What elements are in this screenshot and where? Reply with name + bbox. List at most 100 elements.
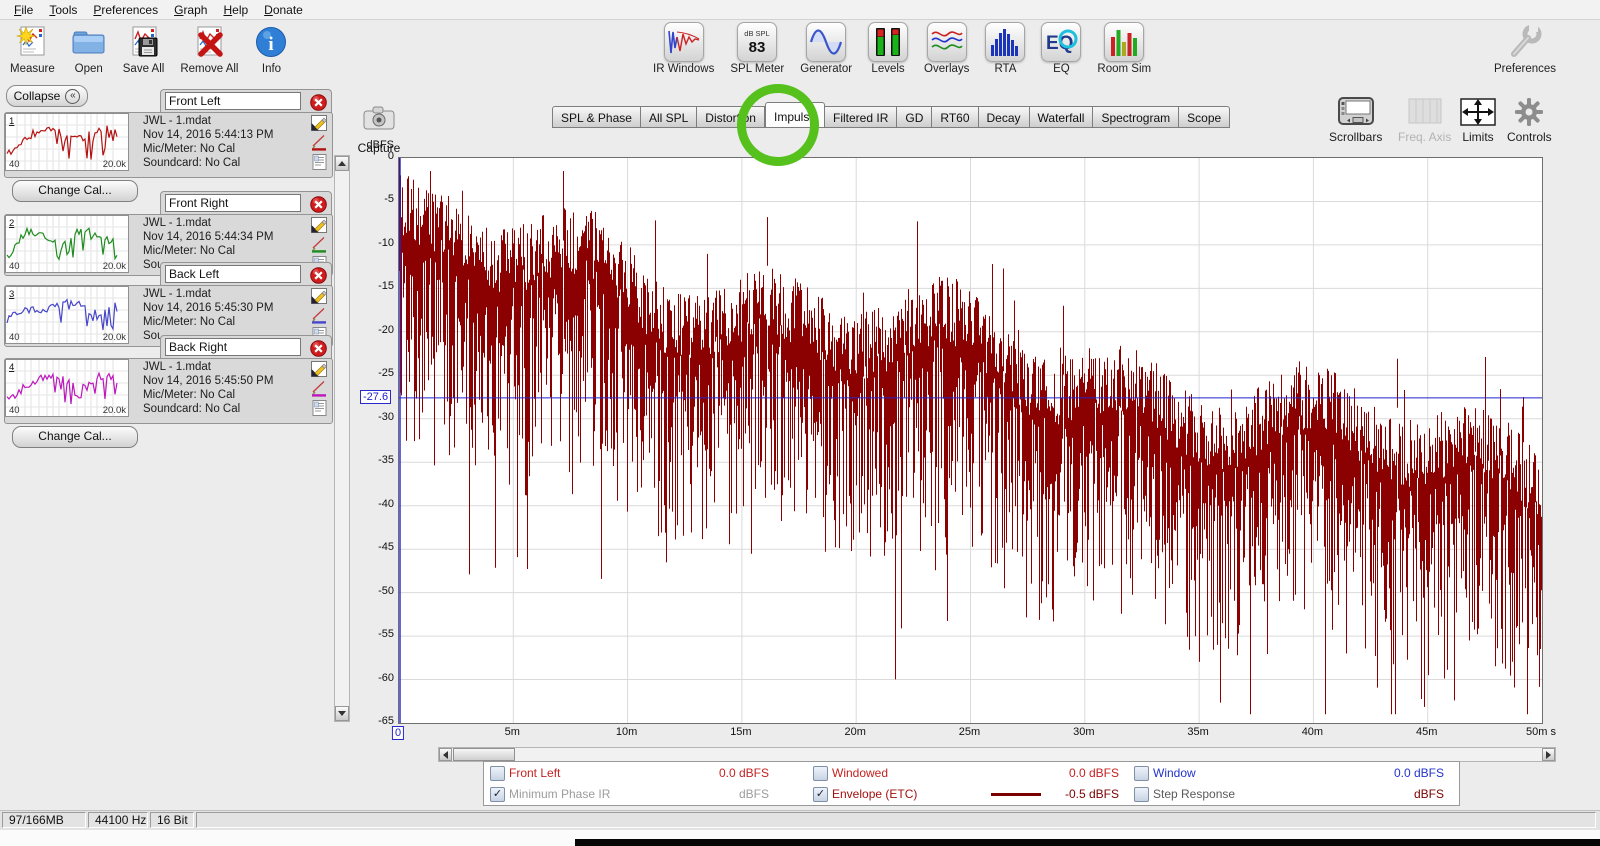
graph-control-scrollbars[interactable]: Scrollbars [1329, 96, 1382, 144]
measurement-mic-cal: Mic/Meter: No Cal [143, 388, 273, 402]
legend-checkbox-windowed[interactable] [813, 766, 828, 781]
toolbar-button-levels[interactable]: 0369Levels [868, 22, 908, 75]
legend-value: dBFS [739, 787, 769, 801]
measurement-date: Nov 14, 2016 5:45:30 PM [143, 301, 273, 315]
svg-text:4: 4 [9, 362, 14, 373]
delete-measurement-icon[interactable] [310, 267, 327, 284]
y-tick-label: -65 [354, 715, 394, 727]
notes-icon[interactable] [312, 400, 327, 416]
tab-spl-phase[interactable]: SPL & Phase [552, 106, 641, 128]
menu-item-help[interactable]: Help [215, 1, 256, 19]
measurement-name-field[interactable] [165, 265, 301, 283]
measurement-name-field[interactable] [165, 194, 301, 212]
menu-item-donate[interactable]: Donate [256, 1, 311, 19]
scroll-right-button[interactable] [1542, 748, 1555, 761]
tab-spectrogram[interactable]: Spectrogram [1093, 106, 1179, 128]
graph-control-freq-axis: Freq. Axis [1398, 96, 1451, 144]
trace-legend-panel: Front Left0.0 dBFSWindowed0.0 dBFSWindow… [483, 761, 1460, 806]
room-sim-icon-tile [1104, 22, 1144, 62]
notes-icon[interactable] [312, 154, 327, 170]
tab-rt60[interactable]: RT60 [932, 106, 978, 128]
delete-measurement-icon[interactable] [310, 94, 327, 111]
toolbar-button-open[interactable]: Open [71, 22, 107, 75]
graph-control-controls[interactable]: Controls [1507, 96, 1552, 144]
impulse-chart-plot-area[interactable] [398, 157, 1543, 724]
edit-measurement-icon[interactable] [311, 115, 327, 131]
tab-decay[interactable]: Decay [979, 106, 1030, 128]
toolbar-button-label: Info [262, 63, 281, 75]
toolbar-button-remove-all[interactable]: Remove All [180, 22, 238, 75]
toolbar-button-label: Preferences [1494, 63, 1556, 75]
measurement-name-field[interactable] [165, 338, 301, 356]
generator-icon [806, 22, 846, 62]
toolbar-button-spl-meter[interactable]: dB SPL83SPL Meter [730, 22, 784, 75]
measurement-panel-body: 44020.0kJWL - 1.mdatNov 14, 2016 5:45:50… [4, 358, 333, 424]
toolbar-button-generator[interactable]: Generator [800, 22, 852, 75]
edit-measurement-icon[interactable] [311, 217, 327, 233]
tab-scope[interactable]: Scope [1179, 106, 1230, 128]
delete-measurement-icon[interactable] [310, 196, 327, 213]
toolbar-button-label: IR Windows [653, 63, 714, 75]
trace-color-icon[interactable] [311, 236, 327, 253]
status-cell: 44100 Hz [88, 812, 148, 828]
toolbar-button-eq[interactable]: EQEQ [1041, 22, 1081, 75]
right-arrow-icon [1546, 751, 1551, 759]
levels-icon-tile: 0369 [868, 22, 908, 62]
change-cal-button[interactable]: Change Cal... [12, 180, 138, 202]
toolbar-button-info[interactable]: i Info [254, 22, 288, 75]
spl-meter-icon: dB SPL83 [737, 22, 777, 62]
x-tick-label: 40m [1302, 726, 1323, 738]
measurement-name-field[interactable] [165, 92, 301, 110]
graph-control-limits[interactable]: Limits [1459, 96, 1497, 144]
delete-measurement-icon[interactable] [310, 340, 327, 357]
legend-checkbox-envelope-etc-[interactable]: ✓ [813, 787, 828, 802]
trace-color-icon[interactable] [311, 134, 327, 151]
collapse-sidebar-button[interactable]: Collapse « [6, 85, 88, 107]
toolbar-button-measure[interactable]: Measure [10, 22, 55, 75]
tab-gd[interactable]: GD [897, 106, 932, 128]
generator-icon-tile [806, 22, 846, 62]
menu-item-graph[interactable]: Graph [166, 1, 215, 19]
menu-item-preferences[interactable]: Preferences [85, 1, 166, 19]
legend-checkbox-minimum-phase-ir[interactable]: ✓ [490, 787, 505, 802]
legend-checkbox-front-left[interactable] [490, 766, 505, 781]
scroll-up-button[interactable] [335, 156, 349, 171]
menu-item-file[interactable]: File [6, 1, 41, 19]
toolbar-button-rta[interactable]: RTA [985, 22, 1025, 75]
svg-text:i: i [269, 34, 274, 55]
bottom-black-strip [575, 839, 1600, 846]
measure-icon [14, 22, 50, 62]
measurement-panel-header [160, 89, 332, 113]
status-bar: 97/166MB44100 Hz16 Bit [0, 810, 1600, 830]
svg-text:40: 40 [9, 261, 20, 272]
scroll-down-button[interactable] [335, 706, 349, 721]
toolbar-button-overlays[interactable]: Overlays [924, 22, 969, 75]
preferences-icon [1505, 22, 1545, 62]
toolbar-button-save-all[interactable]: Save All [123, 22, 165, 75]
trace-color-icon[interactable] [311, 380, 327, 397]
trace-color-icon[interactable] [311, 307, 327, 324]
tab-all-spl[interactable]: All SPL [641, 106, 697, 128]
menu-item-tools[interactable]: Tools [41, 1, 85, 19]
tab-waterfall[interactable]: Waterfall [1030, 106, 1094, 128]
edit-measurement-icon[interactable] [311, 288, 327, 304]
edit-measurement-icon[interactable] [311, 361, 327, 377]
cursor-level-readout: -27.6 [360, 390, 391, 404]
scroll-left-button[interactable] [439, 748, 452, 761]
svg-text:40: 40 [9, 405, 20, 416]
tab-filtered-ir[interactable]: Filtered IR [825, 106, 897, 128]
chart-hscroll-track[interactable] [438, 747, 1556, 762]
overlays-icon [927, 22, 967, 62]
change-cal-button[interactable]: Change Cal... [12, 426, 138, 448]
tab-impulse[interactable]: Impulse [765, 102, 825, 128]
legend-checkbox-window[interactable] [1134, 766, 1149, 781]
sidebar-scroll-track[interactable] [334, 155, 350, 722]
toolbar-button-label: Room Sim [1097, 63, 1151, 75]
chart-hscroll-thumb[interactable] [453, 748, 515, 761]
legend-checkbox-step-response[interactable] [1134, 787, 1149, 802]
legend-label: Windowed [832, 766, 888, 780]
tab-distortion[interactable]: Distortion [697, 106, 765, 128]
toolbar-button-preferences[interactable]: Preferences [1494, 22, 1556, 75]
toolbar-button-ir-windows[interactable]: IR Windows [653, 22, 714, 75]
toolbar-button-room-sim[interactable]: Room Sim [1097, 22, 1151, 75]
